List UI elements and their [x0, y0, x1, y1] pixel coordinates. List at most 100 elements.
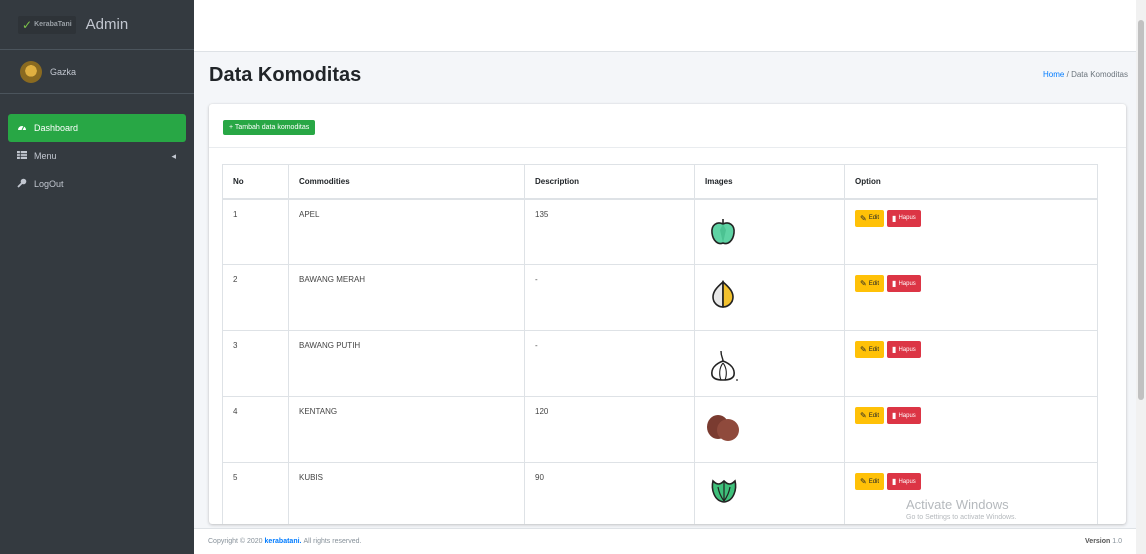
apple-icon [711, 218, 735, 244]
column-header-option: Option [844, 164, 1098, 200]
delete-label: Hapus [898, 412, 916, 419]
cell-image [694, 462, 845, 524]
cell-description: - [524, 264, 695, 331]
potato-icon [707, 415, 739, 441]
edit-label: Edit [868, 215, 880, 221]
cell-commodity: KENTANG [288, 396, 525, 463]
delete-label: Hapus [898, 346, 916, 353]
pencil-icon: ✎ [860, 213, 867, 223]
cell-image [694, 198, 845, 265]
cell-options: ✎ Edit ▮ Hapus [844, 264, 1098, 331]
sidebar-item-menu[interactable]: Menu ◂ [8, 142, 186, 170]
column-header-commodities: Commodities [288, 164, 525, 200]
page-scrollbar[interactable] [1136, 0, 1146, 554]
cell-options: ✎ Edit ▮ Hapus [844, 330, 1098, 397]
scrollbar-thumb[interactable] [1138, 20, 1144, 400]
table-row: 2 BAWANG MERAH - ✎ Edit ▮ Hapus [222, 264, 1098, 331]
pencil-icon: ✎ [860, 279, 867, 288]
add-commodity-button[interactable]: + Tambah data komoditas [223, 120, 316, 135]
version-label: Version [1085, 538, 1111, 545]
onion-icon [712, 280, 734, 308]
column-header-description: Description [524, 164, 695, 200]
watermark-title: Activate Windows [906, 497, 1009, 512]
sidebar-item-label: Menu [34, 151, 57, 161]
cell-options: ✎ Edit ▮ Hapus [844, 198, 1098, 265]
footer-brand-link[interactable]: kerabatani. [265, 538, 302, 545]
activate-windows-watermark: Activate Windows Go to Settings to activ… [906, 497, 1017, 521]
sidebar: ✓ KerabaTani Admin Gazka Dashboard Menu … [0, 0, 194, 554]
edit-label: Edit [868, 346, 880, 353]
chevron-left-icon: ◂ [171, 150, 176, 161]
cell-no: 5 [222, 462, 289, 524]
edit-button[interactable]: ✎ Edit [855, 473, 885, 490]
cell-image [694, 264, 845, 331]
cell-commodity: APEL [288, 198, 525, 265]
edit-label: Edit [868, 478, 880, 485]
cell-commodity: BAWANG MERAH [288, 264, 525, 331]
watermark-subtitle: Go to Settings to activate Windows. [906, 514, 1017, 521]
cabbage-icon [711, 479, 737, 503]
copyright-prefix: Copyright © 2020 [208, 538, 263, 545]
brand-name: Admin [85, 16, 129, 33]
cell-description: 135 [524, 198, 695, 265]
top-navbar [194, 0, 1136, 52]
breadcrumb-separator: / [1066, 70, 1069, 79]
copyright-suffix: All rights reserved. [303, 538, 362, 545]
cell-no: 4 [222, 396, 289, 463]
brand[interactable]: ✓ KerabaTani Admin [0, 0, 194, 50]
pencil-icon: ✎ [860, 411, 867, 420]
cell-image [694, 396, 845, 463]
table-wrapper: No Commodities Description Images Option… [209, 148, 1126, 524]
cell-description: 90 [524, 462, 695, 524]
edit-label: Edit [868, 412, 880, 419]
breadcrumb-current: Data Komoditas [1071, 70, 1128, 79]
cell-no: 2 [222, 264, 289, 331]
delete-button[interactable]: ▮ Hapus [887, 209, 921, 227]
table-row: 4 KENTANG 120 ✎ Edit ▮ Hapus [222, 396, 1098, 463]
brand-logo-text: KerabaTani [34, 21, 72, 28]
page-title: Data Komoditas [209, 64, 362, 86]
commodities-card: + Tambah data komoditas No Commodities D… [209, 104, 1126, 524]
edit-button[interactable]: ✎ Edit [855, 209, 885, 227]
delete-button[interactable]: ▮ Hapus [887, 341, 921, 358]
table-icon [16, 150, 28, 162]
avatar [20, 60, 42, 83]
edit-button[interactable]: ✎ Edit [855, 341, 885, 358]
trash-icon: ▮ [892, 477, 897, 486]
breadcrumb-home-link[interactable]: Home [1043, 70, 1064, 79]
breadcrumb: Home / Data Komoditas [1043, 70, 1128, 79]
table-row: 1 APEL 135 ✎ Edit ▮ Hapus [222, 198, 1098, 265]
brand-logo: ✓ KerabaTani [18, 15, 76, 34]
delete-button[interactable]: ▮ Hapus [887, 407, 921, 424]
brand-logo-mark: ✓ [22, 17, 33, 32]
edit-button[interactable]: ✎ Edit [855, 407, 885, 424]
card-header: + Tambah data komoditas [209, 104, 1126, 148]
delete-label: Hapus [898, 280, 916, 287]
cell-commodity: KUBIS [288, 462, 525, 524]
cell-no: 3 [222, 330, 289, 397]
delete-label: Hapus [898, 478, 916, 485]
cell-description: - [524, 330, 695, 397]
user-panel[interactable]: Gazka [0, 50, 194, 94]
table-row: 3 BAWANG PUTIH - ✎ Edit ▮ Hapus [222, 330, 1098, 397]
cell-options: ✎ Edit ▮ Hapus [844, 396, 1098, 463]
key-icon [16, 178, 28, 191]
cell-image [694, 330, 845, 397]
sidebar-item-label: LogOut [34, 179, 64, 189]
trash-icon: ▮ [892, 213, 897, 223]
user-name: Gazka [50, 66, 77, 77]
tachometer-icon [16, 123, 28, 134]
column-header-no: No [222, 164, 289, 200]
trash-icon: ▮ [892, 411, 897, 420]
commodities-table: No Commodities Description Images Option… [222, 164, 1098, 524]
delete-button[interactable]: ▮ Hapus [887, 473, 921, 490]
sidebar-item-dashboard[interactable]: Dashboard [8, 114, 186, 142]
version-info: Version 1.0 [1085, 538, 1122, 545]
delete-button[interactable]: ▮ Hapus [887, 275, 921, 292]
trash-icon: ▮ [892, 279, 897, 288]
pencil-icon: ✎ [860, 477, 867, 486]
edit-button[interactable]: ✎ Edit [855, 275, 885, 292]
sidebar-item-logout[interactable]: LogOut [8, 170, 186, 198]
cell-commodity: BAWANG PUTIH [288, 330, 525, 397]
footer: Copyright © 2020 kerabatani. All rights … [194, 528, 1136, 554]
